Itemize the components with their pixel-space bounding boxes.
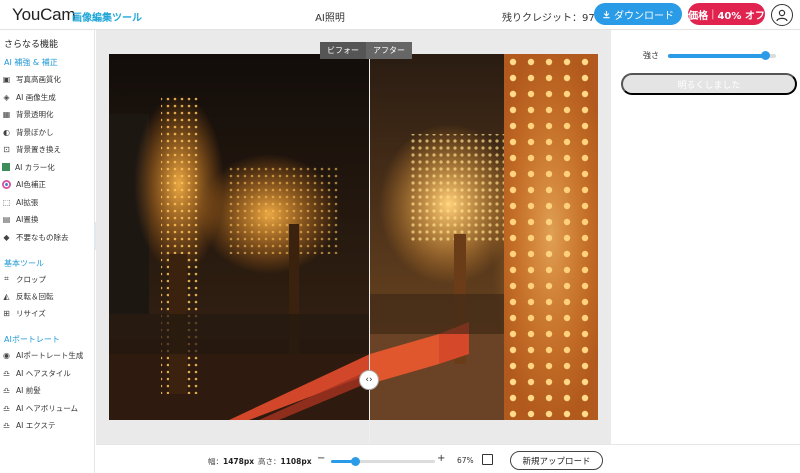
sidebar-item-colorize[interactable]: AI カラー化 [2,159,92,175]
sidebar-item-crop[interactable]: ⌗ クロップ [2,271,92,287]
brightened-button[interactable]: 明るくしました [621,73,797,95]
adjust-panel: 強さ 明るくしました [611,30,800,444]
sidebar-item-bg-remove[interactable]: ▦ 背景透明化 [2,106,92,122]
eraser-icon: ◆ [3,232,10,242]
bg-remove-icon: ▦ [2,109,11,119]
sidebar-item-color-correct[interactable]: AI色補正 [2,176,92,192]
enhance-icon: ▣ [2,74,11,84]
sidebar-item-hair-extension[interactable]: ♎ AI エクステ [2,417,92,433]
sidebar-item-label: AI エクステ [16,420,56,430]
price-discount: 40% オフ [717,10,765,22]
sidebar-item-label: 不要なもの除去 [16,232,69,242]
sidebar-item-hair-volume[interactable]: ♎ AI ヘアボリューム [2,400,92,416]
sidebar-item-hairstyle[interactable]: ♎ AI ヘアスタイル [2,365,92,381]
bg-change-icon: ⊡ [3,144,10,154]
sidebar-item-label: AIポートレート生成 [16,350,84,360]
user-avatar[interactable] [771,4,793,26]
drag-arrows-icon: ‹› [365,375,373,385]
section-heading-basic-tools: 基本ツール [4,259,44,268]
download-label: ダウンロード [614,10,674,22]
sidebar-item-label: クロップ [16,274,46,284]
sidebar-item-label: 反転＆回転 [16,291,54,301]
sidebar-item-bangs[interactable]: ♎ AI 前髪 [2,382,92,398]
photo-preview [109,54,598,420]
sidebar-item-label: 背景置き換え [16,144,61,154]
top-header: YouCam 画像編集ツール AI照明 残りクレジット：976 ダウンロード 価… [0,0,800,30]
strength-slider[interactable] [668,51,776,60]
before-label: ビフォー [320,42,366,59]
sidebar-item-replace[interactable]: ▤ AI置換 [2,211,92,227]
sidebar-item-label: AI ヘアスタイル [16,368,71,378]
sidebar-item-expand[interactable]: ⬚ AI拡張 [2,194,92,210]
price-button[interactable]: 価格 | 40% オフ [688,3,765,25]
section-heading-ai-portrait: AIポートレート [4,335,60,344]
height-value: 1108px [280,457,312,466]
sidebar-item-label: リサイズ [16,308,46,318]
price-separator: | [711,8,715,20]
crop-icon: ⌗ [4,274,9,283]
before-after-labels: ビフォー アフター [320,42,412,59]
sidebar-item-ai-generate[interactable]: ◈ AI 画像生成 [2,89,92,105]
sidebar-item-bg-change[interactable]: ⊡ 背景置き換え [2,141,92,157]
sidebar-item-label: AI置換 [16,214,39,224]
flip-rotate-icon: ◭ [3,291,10,301]
feature-sidebar: さらなる機能 AI 補強 & 補正 ▣ 写真高画質化 ◈ AI 画像生成 ▦ 背景透明… [0,30,95,473]
zoom-slider[interactable] [331,457,435,466]
expand-icon: ⬚ [2,197,11,207]
download-button[interactable]: ダウンロード [594,3,682,25]
zoom-slider-knob[interactable] [351,457,361,466]
hair-volume-icon: ♎ [2,403,11,413]
sidebar-item-label: AI 前髪 [16,385,41,395]
sidebar-item-flip-rotate[interactable]: ◭ 反転＆回転 [2,288,92,304]
sidebar-item-eraser[interactable]: ◆ 不要なもの除去 [2,229,92,245]
width-value: 1478px [223,457,255,466]
sidebar-item-label: AI拡張 [16,197,39,207]
strength-slider-fill [668,54,766,58]
after-label: アフター [366,42,412,59]
replace-icon: ▤ [2,214,11,224]
sidebar-title: さらなる機能 [4,40,59,50]
sidebar-item-label: AI 画像生成 [16,92,56,102]
image-height: 高さ：1108px [258,456,312,467]
sidebar-item-label: 背景ぼかし [16,127,54,137]
color-correct-icon [2,179,11,189]
resize-icon: ⊞ [3,308,10,318]
sidebar-item-label: AI カラー化 [15,162,55,172]
sidebar-item-enhance[interactable]: ▣ 写真高画質化 [2,71,92,87]
strength-label: 強さ [643,51,659,60]
new-upload-button[interactable]: 新規アップロード [510,451,603,470]
strength-slider-knob[interactable] [760,51,770,60]
bangs-icon: ♎ [2,385,11,395]
sidebar-item-label: 背景透明化 [16,109,54,119]
bg-blur-icon: ◐ [3,127,10,137]
fit-screen-icon[interactable] [482,454,493,465]
hairstyle-icon: ♎ [2,368,11,378]
bottom-toolbar: 幅：1478px 高さ：1108px − + 67% 新規アップロード [96,444,800,473]
colorize-icon [2,163,10,171]
user-icon [776,9,788,22]
image-width: 幅：1478px [208,456,254,467]
sidebar-item-resize[interactable]: ⊞ リサイズ [2,305,92,321]
zoom-in-button[interactable]: + [437,453,445,464]
height-label: 高さ： [258,457,281,466]
download-icon [603,10,610,18]
hair-extension-icon: ♎ [2,420,11,430]
credits-remaining: 残りクレジット：976 [502,13,602,24]
zoom-level: 67% [457,456,474,465]
width-label: 幅： [208,457,223,466]
sidebar-item-label: 写真高画質化 [16,74,61,84]
sidebar-item-label: AI色補正 [16,179,46,189]
sidebar-item-bg-blur[interactable]: ◐ 背景ぼかし [2,124,92,140]
portrait-icon: ◉ [3,350,10,360]
compare-slider-handle[interactable]: ‹› [359,370,379,390]
sidebar-item-portrait[interactable]: ◉ AIポートレート生成 [2,347,92,363]
sidebar-item-label: AI ヘアボリューム [16,403,79,413]
section-heading-ai-enhance: AI 補強 & 補正 [4,58,58,67]
night-trees-photo [109,54,598,420]
zoom-out-button[interactable]: − [317,453,325,464]
canvas-area: ビフォー アフター ‹› [96,30,611,444]
price-label: 価格 [688,10,709,22]
ai-generate-icon: ◈ [3,92,10,102]
